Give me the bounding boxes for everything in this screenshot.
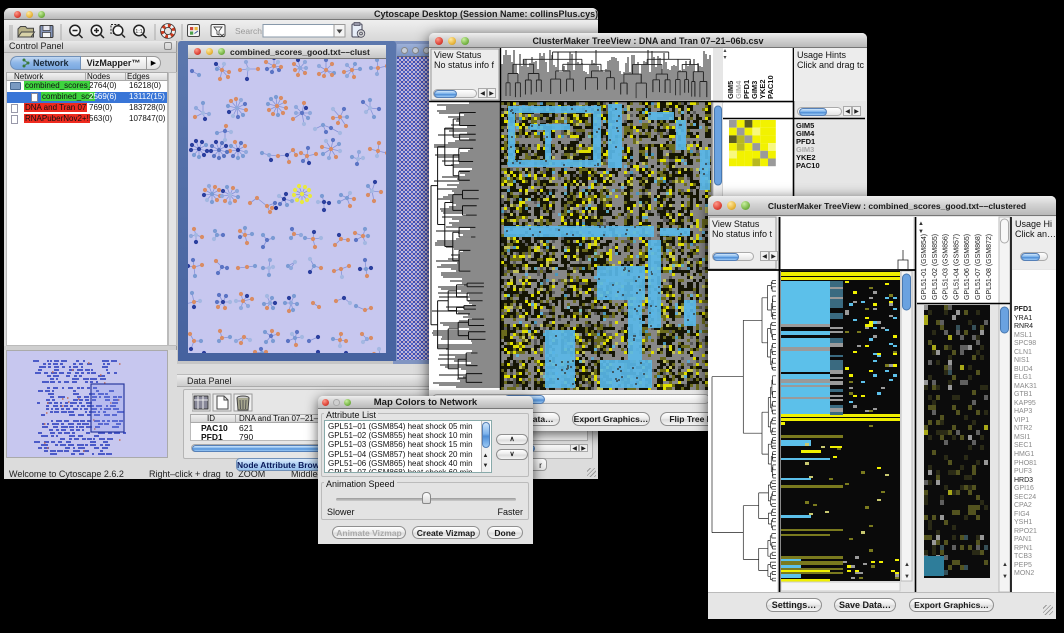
svg-text:Search:: Search: — [235, 26, 264, 36]
svg-text:GPL51-08 (GSM872): GPL51-08 (GSM872) — [986, 234, 993, 300]
svg-text:HRD3: HRD3 — [1014, 477, 1033, 484]
svg-text:SPC98: SPC98 — [1014, 340, 1036, 347]
svg-text:MAK31: MAK31 — [1014, 383, 1037, 390]
svg-text:NIS1: NIS1 — [1014, 357, 1030, 364]
svg-text:GPL51-06 (GSM865): GPL51-06 (GSM865) — [964, 234, 971, 300]
svg-text:KAP95: KAP95 — [1014, 400, 1036, 407]
svg-text:No status info f: No status info f — [434, 60, 495, 70]
svg-text:CLN1: CLN1 — [1014, 349, 1032, 356]
svg-text:RPN1: RPN1 — [1014, 545, 1033, 552]
svg-text:GPL51-04 (GSM857): GPL51-04 (GSM857) — [953, 234, 960, 300]
svg-text:PHO81: PHO81 — [1014, 460, 1037, 467]
svg-text:▲: ▲ — [918, 221, 924, 227]
svg-text:CPA2: CPA2 — [1014, 502, 1032, 509]
svg-text:PEP5: PEP5 — [1014, 562, 1032, 569]
svg-text:MSL1: MSL1 — [1014, 332, 1032, 339]
svg-text:GTB1: GTB1 — [1014, 391, 1032, 398]
svg-text:BUD4: BUD4 — [1014, 366, 1033, 373]
svg-text:GPL51-03 (GSM856): GPL51-03 (GSM856) — [943, 234, 950, 300]
svg-text:TCB3: TCB3 — [1014, 553, 1032, 560]
svg-text:Usage Hints: Usage Hints — [797, 50, 847, 60]
svg-text:No status info t: No status info t — [712, 229, 773, 239]
svg-text:Click and drag tc: Click and drag tc — [797, 60, 865, 70]
svg-text:FIG4: FIG4 — [1014, 511, 1030, 518]
svg-text:Click an…: Click an… — [1015, 229, 1056, 239]
svg-text:YSH1: YSH1 — [1014, 519, 1032, 526]
svg-text:GPL51-02 (GSM855): GPL51-02 (GSM855) — [932, 234, 939, 300]
svg-text:PAN1: PAN1 — [1014, 536, 1032, 543]
svg-text:SEC24: SEC24 — [1014, 494, 1036, 501]
svg-text:▼: ▼ — [918, 229, 924, 235]
svg-text:HMG1: HMG1 — [1014, 451, 1034, 458]
svg-text:RNR4: RNR4 — [1014, 323, 1033, 330]
svg-text:SEC1: SEC1 — [1014, 442, 1032, 449]
svg-text:GPI16: GPI16 — [1014, 485, 1034, 492]
svg-text:View Status: View Status — [434, 50, 482, 60]
svg-text:YRA1: YRA1 — [1014, 315, 1032, 322]
svg-text:GPL51-07 (GSM868): GPL51-07 (GSM868) — [975, 234, 982, 300]
svg-text:PAC10: PAC10 — [766, 75, 775, 99]
svg-text:▲: ▲ — [1002, 562, 1008, 568]
svg-text:MSI1: MSI1 — [1014, 434, 1030, 441]
svg-text:PUF3: PUF3 — [1014, 468, 1032, 475]
svg-text:▼: ▼ — [1002, 574, 1008, 580]
svg-text:GPL51-01 (GSM854): GPL51-01 (GSM854) — [921, 234, 928, 300]
svg-text:NTR2: NTR2 — [1014, 425, 1032, 432]
svg-text:PFD1: PFD1 — [1014, 306, 1032, 313]
svg-text:View Status: View Status — [712, 219, 760, 229]
svg-text:1:1: 1:1 — [135, 29, 143, 35]
svg-text:▼: ▼ — [904, 574, 910, 580]
svg-text:MON2: MON2 — [1014, 570, 1034, 577]
svg-text:▲: ▲ — [904, 562, 910, 568]
svg-text:ELG1: ELG1 — [1014, 374, 1032, 381]
svg-text:Usage Hi: Usage Hi — [1015, 219, 1052, 229]
svg-text:PAC10: PAC10 — [796, 161, 820, 170]
svg-text:HAP3: HAP3 — [1014, 408, 1032, 415]
svg-text:RPO21: RPO21 — [1014, 528, 1037, 535]
svg-text:VIP1: VIP1 — [1014, 417, 1029, 424]
